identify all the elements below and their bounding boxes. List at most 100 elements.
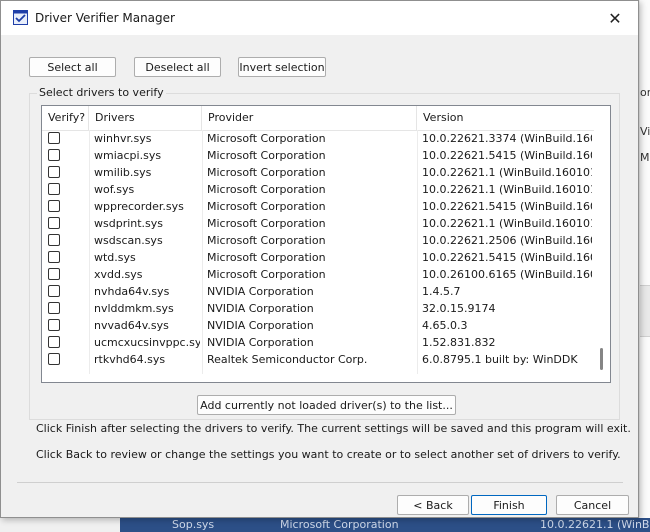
driver-name: ucmcxucsinvppc.sys xyxy=(94,336,200,349)
back-button[interactable]: < Back xyxy=(397,495,469,515)
add-not-loaded-drivers-button[interactable]: Add currently not loaded driver(s) to th… xyxy=(197,395,456,415)
driver-version: 32.0.15.9174 xyxy=(422,302,496,315)
table-row[interactable]: ucmcxucsinvppc.sys NVIDIA Corporation 1.52… xyxy=(42,334,595,351)
verify-checkbox[interactable] xyxy=(48,285,60,297)
header-verify[interactable]: Verify? xyxy=(42,106,89,130)
table-row[interactable]: rtkvhd64.sys Realtek Semiconductor Corp. 6… xyxy=(42,351,595,368)
driver-provider: Microsoft Corporation xyxy=(207,132,326,145)
table-row[interactable]: nvhda64v.sys NVIDIA Corporation 1.4.5.7 xyxy=(42,283,595,300)
table-row[interactable]: wtd.sys Microsoft Corporation 10.0.22621.5… xyxy=(42,249,595,266)
table-row[interactable]: wmilib.sys Microsoft Corporation 10.0.2262… xyxy=(42,164,595,181)
driver-name: nvhda64v.sys xyxy=(94,285,170,298)
verify-checkbox[interactable] xyxy=(48,302,60,314)
header-provider[interactable]: Provider xyxy=(202,106,417,130)
driver-version: 6.0.8795.1 built by: WinDDK xyxy=(422,353,578,366)
driver-name: wsdscan.sys xyxy=(94,234,163,247)
table-row[interactable]: wmiacpi.sys Microsoft Corporation 10.0.226… xyxy=(42,147,595,164)
table-row[interactable]: xvdd.sys Microsoft Corporation 10.0.26100.… xyxy=(42,266,595,283)
footer-separator xyxy=(17,482,623,483)
verify-checkbox[interactable] xyxy=(48,336,60,348)
horizontal-scrollbar[interactable] xyxy=(42,374,595,382)
driver-version: 1.4.5.7 xyxy=(422,285,461,298)
background-strip xyxy=(640,285,650,337)
title-bar: Driver Verifier Manager ✕ xyxy=(1,1,638,35)
driver-provider: Microsoft Corporation xyxy=(207,234,326,247)
driver-name: winhvr.sys xyxy=(94,132,152,145)
table-row[interactable]: wsdscan.sys Microsoft Corporation 10.0.226… xyxy=(42,232,595,249)
driver-name: wsdprint.sys xyxy=(94,217,164,230)
driver-name: wof.sys xyxy=(94,183,135,196)
verify-checkbox[interactable] xyxy=(48,251,60,263)
drivers-list[interactable]: Verify? Drivers Provider Version winhvr.… xyxy=(41,105,611,383)
driver-provider: Microsoft Corporation xyxy=(207,217,326,230)
table-row[interactable]: wof.sys Microsoft Corporation 10.0.22621.1… xyxy=(42,181,595,198)
driver-version: 10.0.22621.3374 (WinBuild.160... xyxy=(422,132,592,145)
driver-name: wmiacpi.sys xyxy=(94,149,162,162)
driver-provider: Microsoft Corporation xyxy=(207,183,326,196)
background-text: on xyxy=(640,86,650,99)
list-body: winhvr.sys Microsoft Corporation 10.0.2262… xyxy=(42,130,595,368)
background-list-row: Sop.sys Microsoft Corporation 10.0.22621… xyxy=(120,518,650,532)
table-row[interactable]: wpprecorder.sys Microsoft Corporation 10.0… xyxy=(42,198,595,215)
verify-checkbox[interactable] xyxy=(48,166,60,178)
finish-button[interactable]: Finish xyxy=(471,495,547,515)
table-row[interactable]: winhvr.sys Microsoft Corporation 10.0.2262… xyxy=(42,130,595,147)
driver-version: 10.0.22621.1 (WinBuild.160101.... xyxy=(422,166,592,179)
driver-name: wpprecorder.sys xyxy=(94,200,184,213)
scrollbar-thumb[interactable] xyxy=(600,348,603,370)
driver-provider: NVIDIA Corporation xyxy=(207,336,314,349)
group-label: Select drivers to verify xyxy=(37,86,166,99)
verify-checkbox[interactable] xyxy=(48,183,60,195)
verify-checkbox[interactable] xyxy=(48,268,60,280)
verify-checkbox[interactable] xyxy=(48,353,60,365)
driver-provider: NVIDIA Corporation xyxy=(207,302,314,315)
driver-name: nvvad64v.sys xyxy=(94,319,169,332)
driver-version: 1.52.831.832 xyxy=(422,336,496,349)
close-icon[interactable]: ✕ xyxy=(592,1,638,35)
table-row[interactable]: nvlddmkm.sys NVIDIA Corporation 32.0.15.91… xyxy=(42,300,595,317)
driver-version: 10.0.22621.1 (WinBuild.160101.... xyxy=(422,217,592,230)
driver-name: xvdd.sys xyxy=(94,268,143,281)
driver-provider: Microsoft Corporation xyxy=(207,251,326,264)
driver-version: 4.65.0.3 xyxy=(422,319,468,332)
background-window: on Vi M xyxy=(640,0,650,532)
cancel-button[interactable]: Cancel xyxy=(556,495,629,515)
verify-checkbox[interactable] xyxy=(48,319,60,331)
back-instructions: Click Back to review or change the setti… xyxy=(36,448,621,461)
verify-checkbox[interactable] xyxy=(48,217,60,229)
driver-name: wmilib.sys xyxy=(94,166,152,179)
vertical-scrollbar[interactable] xyxy=(594,106,610,382)
verifier-app-icon xyxy=(13,10,28,25)
driver-provider: Realtek Semiconductor Corp. xyxy=(207,353,368,366)
driver-provider: Microsoft Corporation xyxy=(207,200,326,213)
select-all-button[interactable]: Select all xyxy=(29,57,116,77)
driver-version: 10.0.26100.6165 (WinBuild.160... xyxy=(422,268,592,281)
driver-version: 10.0.22621.1 (WinBuild.160101.... xyxy=(422,183,592,196)
verify-checkbox[interactable] xyxy=(48,234,60,246)
table-row[interactable]: nvvad64v.sys NVIDIA Corporation 4.65.0.3 xyxy=(42,317,595,334)
driver-version: 10.0.22621.2506 (WinBuild.160... xyxy=(422,234,592,247)
driver-version: 10.0.22621.5415 (WinBuild.160... xyxy=(422,251,592,264)
driver-version: 10.0.22621.5415 (WinBuild.160... xyxy=(422,149,592,162)
verify-checkbox[interactable] xyxy=(48,200,60,212)
header-drivers[interactable]: Drivers xyxy=(89,106,202,130)
background-text: Microsoft Corporation xyxy=(280,518,399,531)
driver-version: 10.0.22621.5415 (WinBuild.160... xyxy=(422,200,592,213)
deselect-all-button[interactable]: Deselect all xyxy=(134,57,221,77)
invert-selection-button[interactable]: Invert selection xyxy=(238,57,326,77)
table-row[interactable]: wsdprint.sys Microsoft Corporation 10.0.22… xyxy=(42,215,595,232)
driver-provider: NVIDIA Corporation xyxy=(207,285,314,298)
finish-instructions: Click Finish after selecting the drivers… xyxy=(36,422,631,435)
driver-provider: NVIDIA Corporation xyxy=(207,319,314,332)
verify-checkbox[interactable] xyxy=(48,149,60,161)
window-title: Driver Verifier Manager xyxy=(35,11,175,25)
driver-name: wtd.sys xyxy=(94,251,136,264)
driver-verifier-dialog: Driver Verifier Manager ✕ Select all Des… xyxy=(0,0,639,518)
driver-provider: Microsoft Corporation xyxy=(207,268,326,281)
verify-checkbox[interactable] xyxy=(48,132,60,144)
list-header: Verify? Drivers Provider Version xyxy=(42,106,610,131)
background-text: Vi xyxy=(640,125,650,138)
driver-provider: Microsoft Corporation xyxy=(207,149,326,162)
header-version[interactable]: Version xyxy=(417,106,587,130)
driver-provider: Microsoft Corporation xyxy=(207,166,326,179)
